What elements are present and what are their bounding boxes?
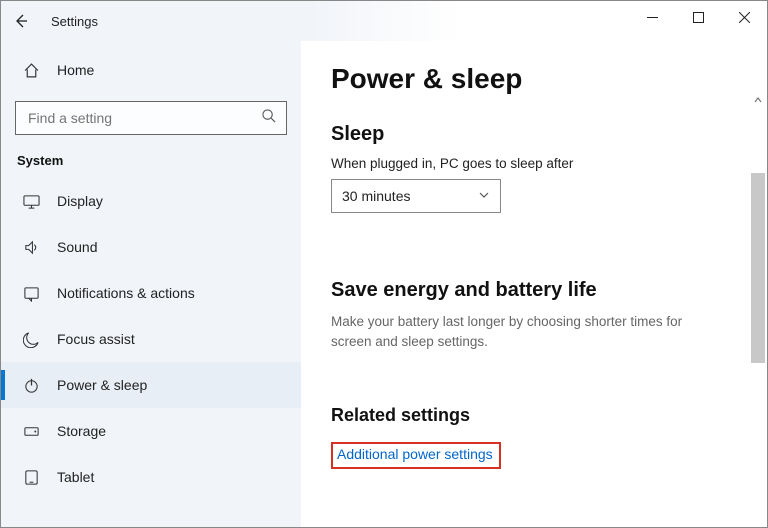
sidebar-item-label: Display [57, 193, 103, 209]
sidebar-item-focus[interactable]: Focus assist [1, 316, 301, 362]
tablet-icon [21, 469, 41, 486]
storage-icon [21, 423, 41, 440]
window-title: Settings [51, 14, 98, 29]
search-box[interactable] [15, 101, 287, 135]
sleep-field-label: When plugged in, PC goes to sleep after [331, 156, 767, 171]
section-save-energy: Save energy and battery life [331, 279, 767, 302]
sound-icon [21, 239, 41, 256]
highlight-box: Additional power settings [331, 442, 501, 469]
minimize-button[interactable] [629, 1, 675, 33]
sidebar: Home System Display Sound Notifications & … [1, 41, 301, 527]
power-icon [21, 377, 41, 394]
sleep-timeout-value: 30 minutes [342, 188, 410, 204]
scroll-thumb[interactable] [751, 173, 765, 363]
chevron-down-icon [478, 188, 490, 204]
home-icon [21, 62, 41, 79]
scroll-up-button[interactable] [751, 93, 765, 107]
vertical-scrollbar[interactable] [751, 93, 765, 525]
focus-icon [21, 331, 41, 348]
close-button[interactable] [721, 1, 767, 33]
sidebar-item-storage[interactable]: Storage [1, 408, 301, 454]
sidebar-group-label: System [1, 149, 301, 178]
sleep-timeout-dropdown[interactable]: 30 minutes [331, 179, 501, 213]
sidebar-item-notifications[interactable]: Notifications & actions [1, 270, 301, 316]
display-icon [21, 193, 41, 210]
minimize-icon [647, 12, 658, 23]
section-related: Related settings [331, 405, 767, 426]
sidebar-item-label: Power & sleep [57, 377, 147, 393]
sidebar-item-sound[interactable]: Sound [1, 224, 301, 270]
maximize-button[interactable] [675, 1, 721, 33]
close-icon [739, 12, 750, 23]
sidebar-home-label: Home [57, 62, 94, 78]
arrow-left-icon [13, 13, 29, 29]
sidebar-item-display[interactable]: Display [1, 178, 301, 224]
sidebar-item-label: Focus assist [57, 331, 135, 347]
sidebar-home[interactable]: Home [1, 49, 301, 91]
sidebar-item-tablet[interactable]: Tablet [1, 454, 301, 500]
sidebar-item-label: Tablet [57, 469, 94, 485]
search-input[interactable] [26, 109, 261, 127]
save-energy-description: Make your battery last longer by choosin… [331, 312, 701, 353]
sidebar-item-label: Sound [57, 239, 97, 255]
search-icon [261, 108, 276, 128]
sidebar-item-label: Storage [57, 423, 106, 439]
section-sleep: Sleep [331, 123, 767, 146]
sidebar-item-power[interactable]: Power & sleep [1, 362, 301, 408]
additional-power-settings-link[interactable]: Additional power settings [337, 446, 493, 462]
sidebar-item-label: Notifications & actions [57, 285, 195, 301]
content-area: Power & sleep Sleep When plugged in, PC … [301, 41, 767, 527]
back-button[interactable] [1, 1, 41, 41]
page-title: Power & sleep [331, 63, 767, 95]
maximize-icon [693, 12, 704, 23]
titlebar: Settings [1, 1, 767, 41]
window-controls [629, 1, 767, 33]
notifications-icon [21, 285, 41, 302]
